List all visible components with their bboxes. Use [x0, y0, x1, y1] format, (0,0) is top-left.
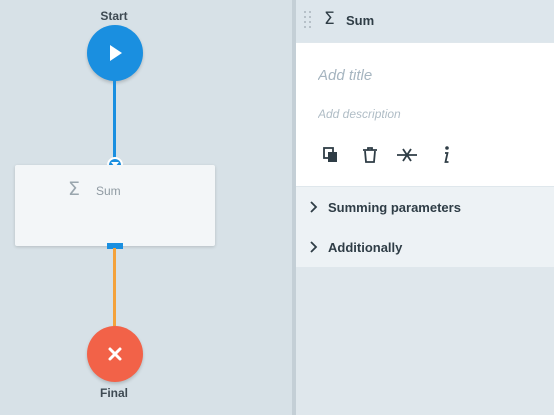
- section-summing-parameters[interactable]: Summing parameters: [296, 187, 554, 227]
- block-details: [296, 43, 554, 186]
- outgoing-connection-line: [113, 248, 116, 328]
- copy-icon: [323, 147, 337, 162]
- process-canvas[interactable]: Start Σ Sum Final: [0, 0, 292, 415]
- panel-title: Sum: [346, 13, 375, 28]
- sum-block-title: Sum: [96, 184, 121, 198]
- start-label: Start: [100, 9, 128, 23]
- disconnect-button[interactable]: [396, 144, 418, 166]
- sigma-icon: Σ: [324, 9, 335, 29]
- section-additionally[interactable]: Additionally: [296, 227, 554, 267]
- sum-block[interactable]: Σ Sum: [15, 165, 215, 246]
- sigma-icon: Σ: [68, 178, 81, 200]
- start-node[interactable]: [87, 25, 143, 81]
- info-button[interactable]: [435, 144, 457, 166]
- copy-button[interactable]: [320, 144, 342, 166]
- description-input[interactable]: [318, 105, 538, 123]
- section-label: Summing parameters: [328, 200, 461, 215]
- properties-panel: Σ Sum Add title Add description Summing …: [296, 0, 554, 415]
- title-input[interactable]: [318, 64, 538, 86]
- incoming-connection-line: [113, 80, 116, 158]
- close-icon: [108, 347, 122, 361]
- drag-handle-icon[interactable]: [304, 11, 312, 29]
- panel-header: Σ Sum: [296, 0, 554, 42]
- chevron-right-icon: [310, 201, 318, 213]
- disconnect-icon: [397, 148, 417, 162]
- play-icon: [110, 45, 122, 61]
- final-label: Final: [99, 386, 128, 400]
- info-icon: [444, 146, 449, 163]
- section-label: Additionally: [328, 240, 403, 255]
- final-node[interactable]: [87, 326, 143, 382]
- delete-button[interactable]: [359, 144, 381, 166]
- chevron-right-icon: [310, 241, 318, 253]
- delete-icon: [363, 147, 377, 163]
